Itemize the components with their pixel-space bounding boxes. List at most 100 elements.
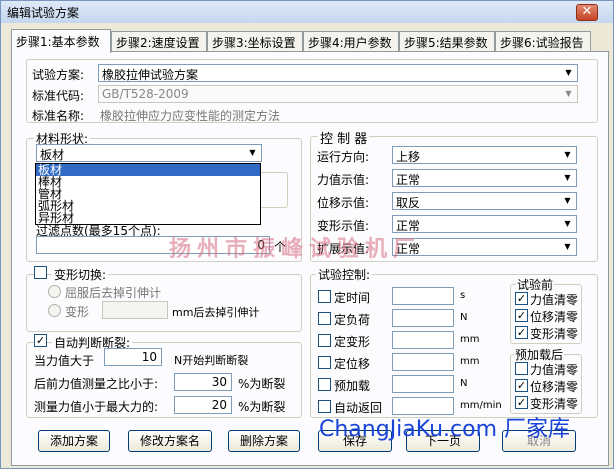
afterpre-disp-zero-label: 位移清零 (530, 380, 579, 394)
fixed-deform-input[interactable] (392, 331, 454, 349)
chevron-down-icon: ▼ (564, 242, 571, 251)
preload-input[interactable] (392, 375, 454, 393)
dialog-window: 编辑试验方案 ✕ 步骤1:基本参数 步骤2:速度设置 步骤3:坐标设置 步骤4:… (0, 0, 614, 469)
fixed-deform-unit: mm (460, 334, 480, 345)
window-title: 编辑试验方案 (7, 6, 80, 20)
controller-title: 控 制 器 (318, 128, 370, 147)
chevron-down-icon: ▼ (564, 196, 571, 205)
fixed-load-unit: N (460, 312, 468, 323)
code-value: GB/T528-2009 (102, 87, 189, 101)
tab-speed[interactable]: 步骤2:速度设置 (111, 31, 207, 51)
std-name-label: 标准名称: (32, 109, 85, 123)
scheme-select[interactable]: 橡胶拉伸试验方案 ▼ (98, 64, 578, 82)
fixed-time-input[interactable] (392, 287, 454, 305)
fixed-disp-label: 定位移 (334, 357, 371, 371)
code-label: 标准代码: (32, 89, 85, 103)
scheme-value: 橡胶拉伸试验方案 (102, 68, 199, 82)
afterpre-force-zero-label: 力值清零 (530, 363, 579, 377)
std-name-value: 橡胶拉伸应力应变性能的测定方法 (100, 109, 281, 123)
preload-unit: N (460, 378, 468, 389)
close-button[interactable]: ✕ (576, 4, 598, 21)
tab-strip: 步骤1:基本参数 步骤2:速度设置 步骤3:坐标设置 步骤4:用户参数 步骤5:… (11, 29, 609, 53)
material-dropdown-list: 板材 棒材 管材 弧形材 异形材 (35, 163, 261, 225)
chevron-down-icon: ▼ (564, 150, 571, 159)
material-option[interactable]: 板材 (36, 164, 260, 176)
chevron-down-icon: ▼ (249, 148, 256, 157)
run-direction-select[interactable]: 上移 ▼ (392, 146, 577, 164)
deform-mm-input[interactable] (102, 301, 168, 319)
tab-test-report[interactable]: 步骤6:试验报告 (495, 31, 591, 51)
pretest-disp-zero-checkbox[interactable]: ✓ (515, 309, 528, 322)
deform-switch-checkbox[interactable] (34, 266, 47, 279)
tab-coordinates[interactable]: 步骤3:坐标设置 (207, 31, 303, 51)
disp-display-label: 位移示值: (317, 196, 370, 210)
delete-scheme-button[interactable]: 删除方案 (228, 430, 300, 452)
material-option[interactable]: 棒材 (36, 176, 260, 188)
afterpre-deform-zero-checkbox[interactable]: ✓ (515, 396, 528, 409)
fixed-time-unit: s (460, 290, 466, 301)
chevron-down-icon: ▼ (565, 89, 572, 98)
pretest-force-zero-label: 力值清零 (530, 293, 579, 307)
break-ratio-suffix: %为断裂 (238, 377, 286, 391)
test-control-title: 试验控制: (316, 266, 373, 283)
fixed-deform-checkbox[interactable] (318, 334, 331, 347)
chevron-down-icon: ▼ (564, 219, 571, 228)
watermark-site: ChangJiaKu.com 厂家库 (319, 417, 571, 442)
fixed-load-label: 定负荷 (334, 313, 371, 327)
afterpre-force-zero-checkbox[interactable] (515, 362, 528, 375)
material-option[interactable]: 异形材 (36, 212, 260, 224)
disp-display-value: 取反 (396, 196, 421, 210)
break-max-input[interactable]: 20 (174, 396, 232, 414)
chevron-down-icon: ▼ (564, 173, 571, 182)
radio-after-yield-label: 屈服后去掉引伸计 (65, 286, 162, 300)
force-display-label: 力值示值: (317, 173, 370, 187)
disp-display-select[interactable]: 取反 ▼ (392, 192, 577, 210)
pretest-deform-zero-checkbox[interactable]: ✓ (515, 326, 528, 339)
material-value: 板材 (40, 148, 65, 162)
preload-label: 预加载 (334, 379, 371, 393)
deform-mm-suffix: mm后去掉引伸计 (172, 306, 260, 319)
add-scheme-button[interactable]: 添加方案 (38, 430, 110, 452)
break-force-suffix: N开始判断断裂 (174, 354, 249, 367)
fixed-disp-input[interactable] (392, 353, 454, 371)
tab-result-params[interactable]: 步骤5:结果参数 (399, 31, 495, 51)
afterpre-disp-zero-checkbox[interactable]: ✓ (515, 379, 528, 392)
tab-user-params[interactable]: 步骤4:用户参数 (303, 31, 399, 51)
material-select[interactable]: 板材 ▼ (36, 144, 262, 162)
break-ratio-label: 后前力值测量之比小于: (34, 377, 159, 391)
auto-break-checkbox[interactable]: ✓ (34, 334, 47, 347)
auto-return-unit: mm/min (460, 400, 502, 411)
radio-deform[interactable] (48, 304, 61, 317)
radio-deform-label: 变形 (65, 305, 90, 319)
pretest-disp-zero-label: 位移清零 (530, 310, 579, 324)
run-direction-label: 运行方向: (317, 150, 370, 164)
fixed-time-label: 定时间 (334, 291, 371, 305)
fixed-time-checkbox[interactable] (318, 290, 331, 303)
pretest-deform-zero-label: 变形清零 (530, 327, 579, 341)
break-force-label: 当力值大于 (34, 354, 95, 368)
radio-after-yield[interactable] (48, 285, 61, 298)
force-display-select[interactable]: 正常 ▼ (392, 169, 577, 187)
preload-checkbox[interactable] (318, 378, 331, 391)
deform-switch-label: 变形切换: (52, 266, 109, 283)
rename-scheme-button[interactable]: 修改方案名 (128, 430, 212, 452)
chevron-down-icon: ▼ (565, 68, 572, 77)
code-select[interactable]: GB/T528-2009 ▼ (98, 85, 578, 103)
scheme-label: 试验方案: (32, 68, 85, 82)
title-bar: 编辑试验方案 ✕ (1, 1, 613, 23)
force-display-value: 正常 (396, 173, 421, 187)
break-max-suffix: %为断裂 (238, 400, 286, 414)
afterpre-deform-zero-label: 变形清零 (530, 397, 579, 411)
pretest-force-zero-checkbox[interactable]: ✓ (515, 292, 528, 305)
fixed-load-input[interactable] (392, 309, 454, 327)
break-ratio-input[interactable]: 30 (174, 373, 232, 391)
fixed-disp-unit: mm (460, 356, 480, 367)
fixed-deform-label: 定变形 (334, 335, 371, 349)
tab-basic-params[interactable]: 步骤1:基本参数 (11, 29, 111, 53)
break-force-input[interactable]: 10 (104, 348, 162, 366)
fixed-load-checkbox[interactable] (318, 312, 331, 325)
fixed-disp-checkbox[interactable] (318, 356, 331, 369)
break-max-label: 测量力值小于最大力的: (34, 400, 159, 414)
watermark-factory: 扬州市振峰试验机厂 (169, 237, 422, 262)
run-direction-value: 上移 (396, 150, 421, 164)
